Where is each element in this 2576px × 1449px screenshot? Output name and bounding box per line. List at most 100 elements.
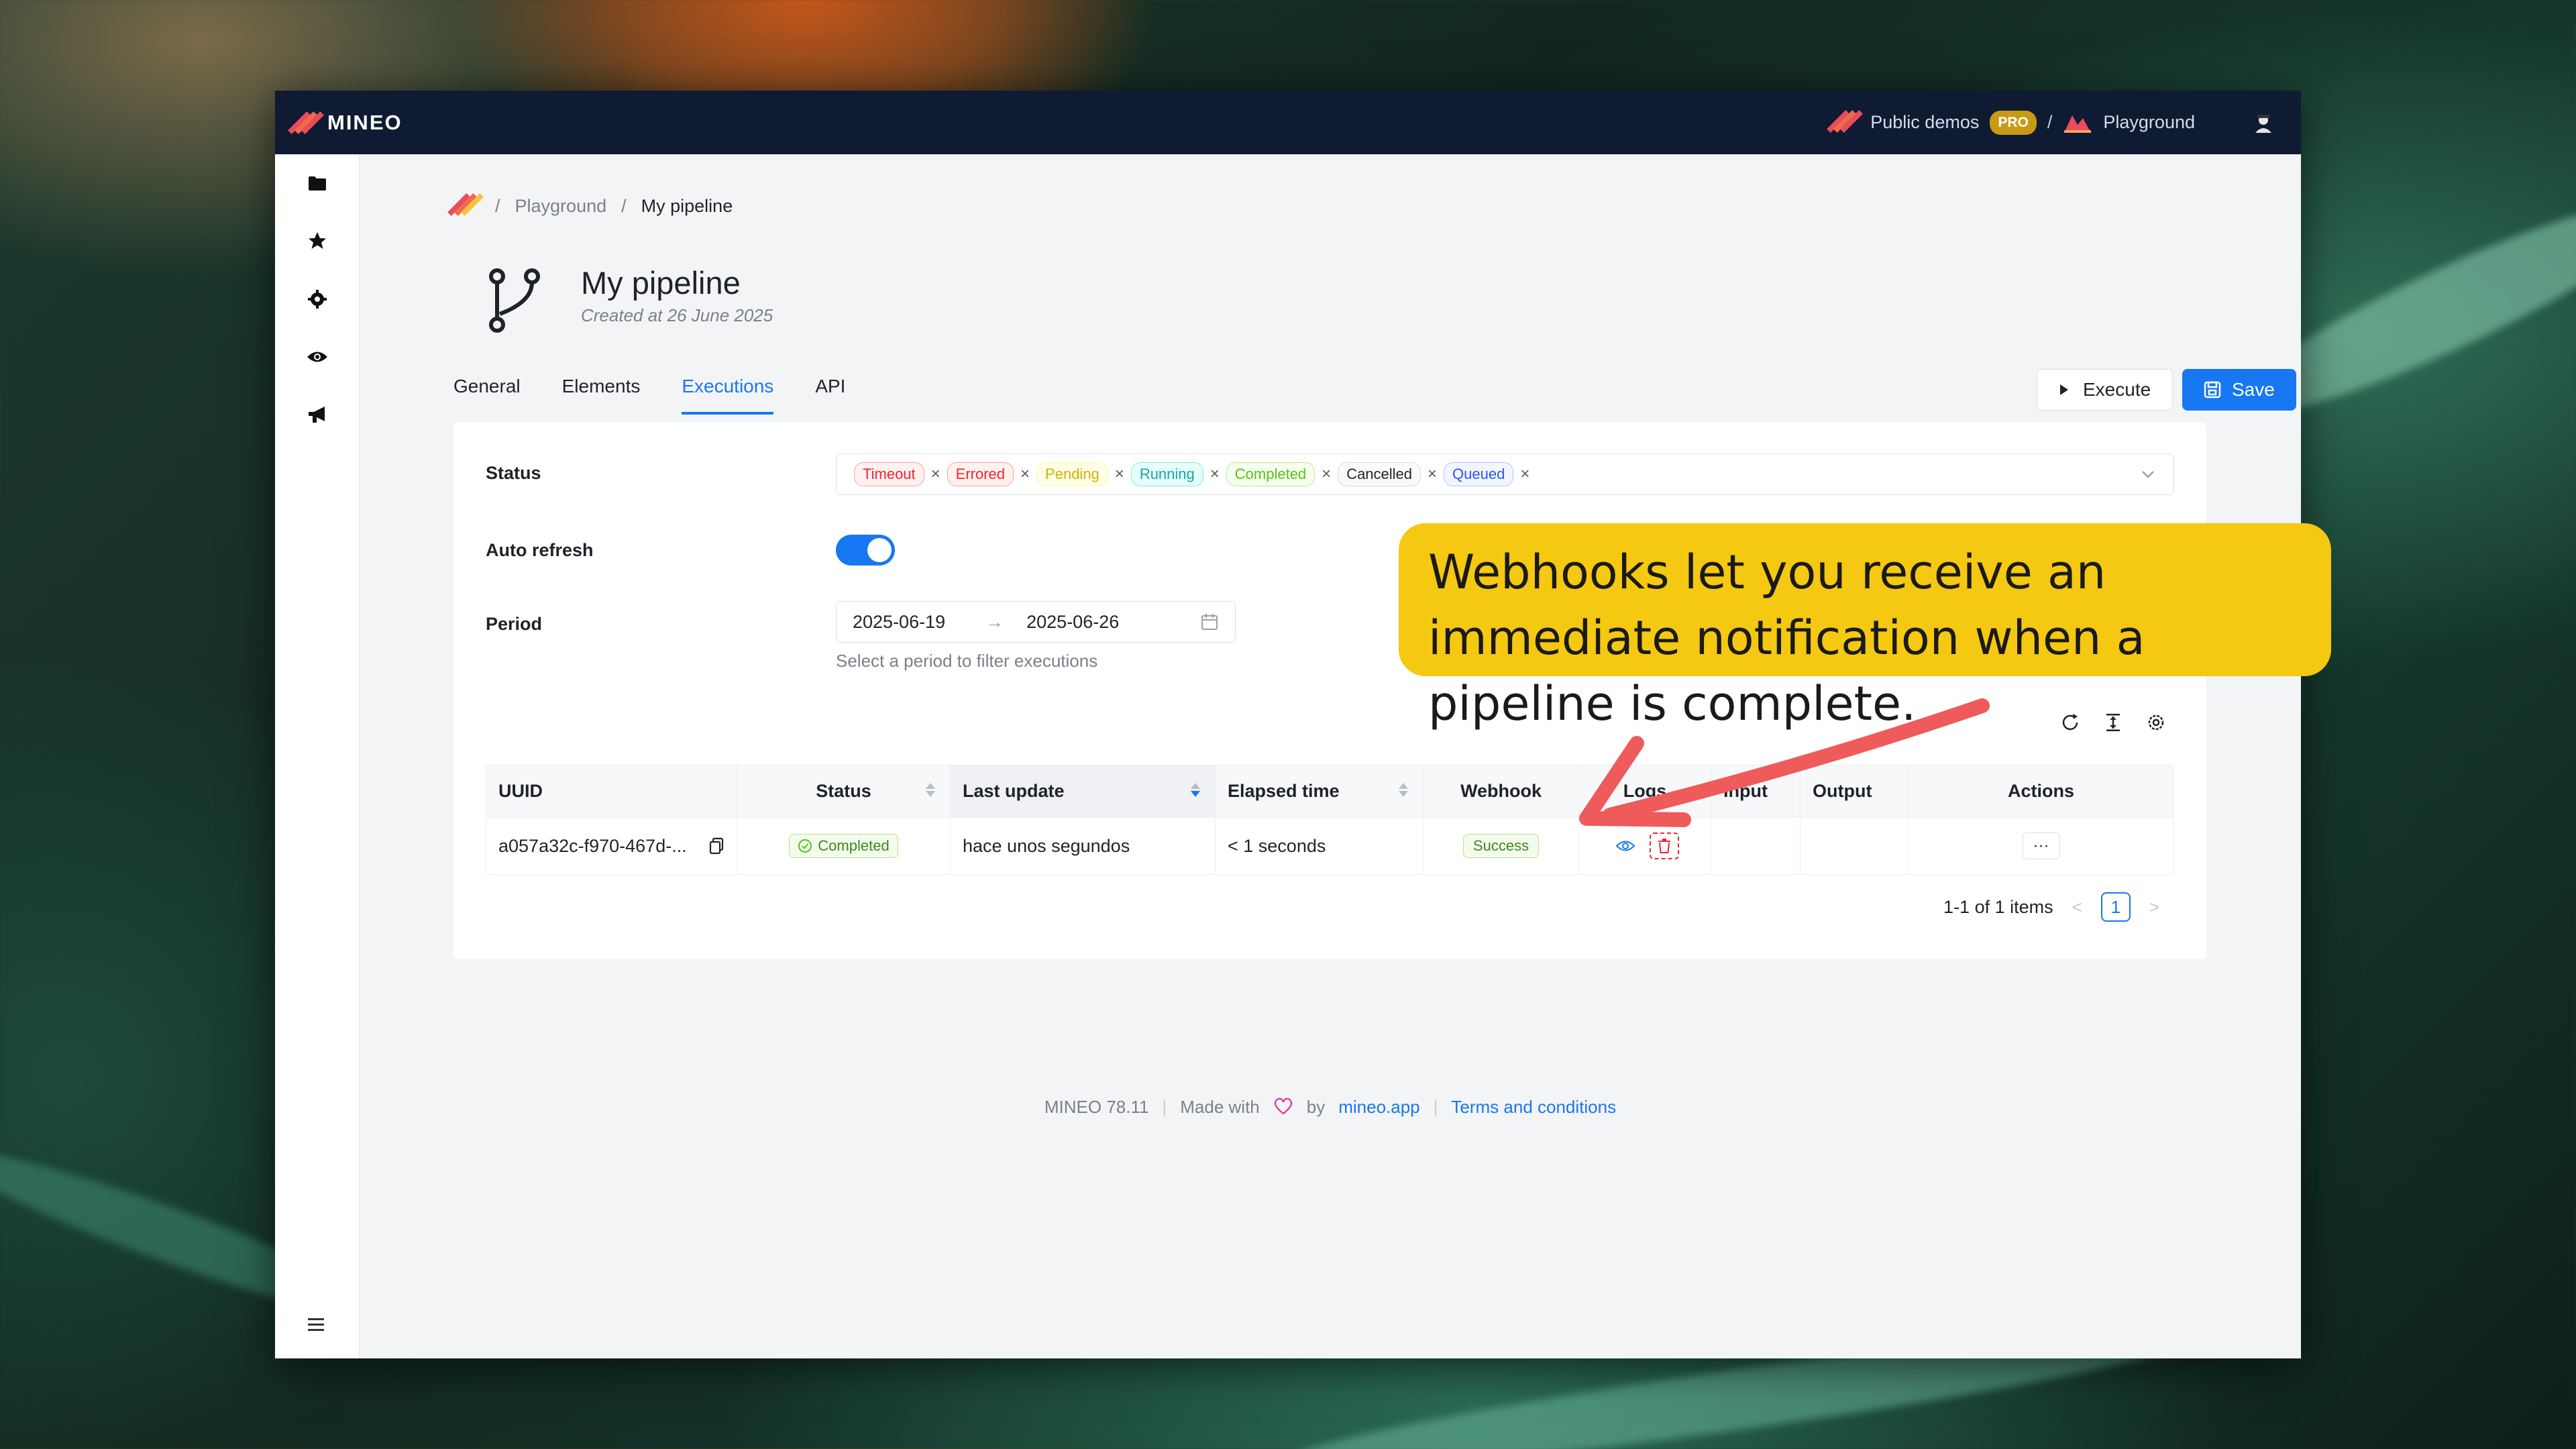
status-tag-pending: Pending × [1036,462,1124,486]
footer-site-link[interactable]: mineo.app [1338,1097,1419,1118]
status-tag-label: Errored [947,462,1014,486]
cell-status: Completed [737,818,951,874]
auto-refresh-toggle[interactable] [836,535,895,566]
column-webhook: Webhook [1424,765,1579,817]
topbar: MINEO Public demos PRO / Playground [275,91,2301,154]
status-tag-running: Running × [1130,462,1220,486]
tab-elements[interactable]: Elements [562,376,641,415]
column-output: Output [1801,765,1909,817]
save-button[interactable]: Save [2182,369,2296,411]
folder-icon[interactable] [307,172,328,194]
user-avatar[interactable] [2246,105,2281,140]
period-help-text: Select a period to filter executions [836,651,1098,671]
breadcrumb-separator: / [621,195,627,216]
logo[interactable]: MINEO [288,111,402,135]
footer-version: MINEO 78.11 [1044,1097,1149,1117]
status-tag-label: Cancelled [1338,462,1421,486]
chevron-down-icon [2142,471,2154,478]
sort-icon [1191,783,1200,797]
column-elapsed[interactable]: Elapsed time [1216,765,1424,817]
project-name[interactable]: Playground [2103,112,2195,133]
remove-tag-icon[interactable]: × [1520,465,1529,484]
calendar-icon [1201,614,1218,630]
period-end-input[interactable]: 2025-06-26 [1026,612,1119,633]
next-page-button[interactable]: > [2149,897,2159,918]
executions-card: Status Timeout × Errored × Pending × Running × C… [453,423,2206,959]
app-window: MINEO Public demos PRO / Playground / Pl… [275,91,2301,1358]
pagination: 1-1 of 1 items < 1 > [1943,892,2159,922]
remove-tag-icon[interactable]: × [1020,465,1030,484]
tabs: General Elements Executions API [453,376,845,415]
remove-tag-icon[interactable]: × [1322,465,1331,484]
breadcrumb-current: My pipeline [641,195,733,216]
check-circle-icon [798,839,812,853]
reload-icon[interactable] [2059,711,2082,734]
more-actions-button[interactable]: ··· [2022,833,2060,859]
cell-logs [1579,818,1711,874]
save-icon [2204,381,2221,398]
topbar-context: Public demos PRO / Playground [1827,105,2281,140]
status-tag-label: Timeout [854,462,924,486]
megaphone-icon[interactable] [307,404,328,425]
sort-icon [926,783,935,797]
remove-tag-icon[interactable]: × [1115,465,1124,484]
status-tag-cancelled: Cancelled × [1338,462,1437,486]
menu-icon[interactable] [305,1313,327,1335]
column-logs: Logs [1579,765,1711,817]
view-logs-button[interactable] [1611,833,1640,859]
tab-api[interactable]: API [815,376,845,415]
column-last-update[interactable]: Last update [951,765,1216,817]
breadcrumb: / Playground / My pipeline [447,193,733,217]
settings-icon[interactable] [2145,711,2167,734]
footer-terms-link[interactable]: Terms and conditions [1451,1097,1616,1118]
status-filter-select[interactable]: Timeout × Errored × Pending × Running × Complete… [836,453,2174,495]
status-tag-label: Completed [1226,462,1316,486]
status-tag-list: Timeout × Errored × Pending × Running × Complete… [854,462,1536,486]
pipeline-branch-icon [489,268,540,333]
status-tag-errored: Errored × [947,462,1030,486]
column-uuid: UUID [486,765,737,817]
execute-label: Execute [2083,379,2151,400]
column-status[interactable]: Status [737,765,951,817]
remove-tag-icon[interactable]: × [931,465,941,484]
status-tag-label: Running [1130,462,1203,486]
tab-executions[interactable]: Executions [682,376,773,415]
star-icon[interactable] [307,230,328,252]
tab-general[interactable]: General [453,376,521,415]
period-range-picker[interactable]: 2025-06-19 → 2025-06-26 [836,601,1236,643]
prev-page-button[interactable]: < [2072,897,2082,918]
cell-elapsed: < 1 seconds [1216,818,1424,874]
column-actions: Actions [2007,781,2074,801]
period-start-input[interactable]: 2025-06-19 [853,612,945,633]
footer-made-with: Made with [1180,1097,1260,1117]
column-elapsed-label: Elapsed time [1228,781,1340,801]
copy-icon[interactable] [708,837,724,855]
breadcrumb-playground[interactable]: Playground [515,196,607,217]
status-tag-label: Pending [1036,462,1108,486]
logo-mark-icon [288,111,324,134]
page-1-button[interactable]: 1 [2100,892,2131,922]
cell-output [1801,818,1909,874]
eye-icon[interactable] [307,346,328,368]
home-logo-icon[interactable] [447,193,484,217]
heart-icon [1274,1097,1292,1115]
gear-icon[interactable] [307,288,328,310]
column-status-label: Status [816,781,871,801]
execute-button[interactable]: Execute [2037,369,2174,411]
table-toolbar [2059,711,2167,734]
remove-tag-icon[interactable]: × [1210,465,1220,484]
sort-icon [1399,783,1408,797]
footer: MINEO 78.11 | Made with by mineo.app | T… [360,1097,2301,1118]
delete-logs-button[interactable] [1650,833,1679,859]
column-height-icon[interactable] [2102,711,2125,734]
footer-divider: | [1162,1097,1167,1117]
project-logo-icon [2064,115,2092,133]
org-name[interactable]: Public demos [1870,112,1979,133]
remove-tag-icon[interactable]: × [1428,465,1437,484]
status-badge: Completed [789,834,898,858]
avatar-icon [2255,114,2271,133]
org-logo-icon [1827,109,1864,134]
footer-by: by [1306,1097,1326,1117]
cell-webhook: Success [1424,818,1579,874]
column-last-update-label: Last update [963,781,1065,801]
